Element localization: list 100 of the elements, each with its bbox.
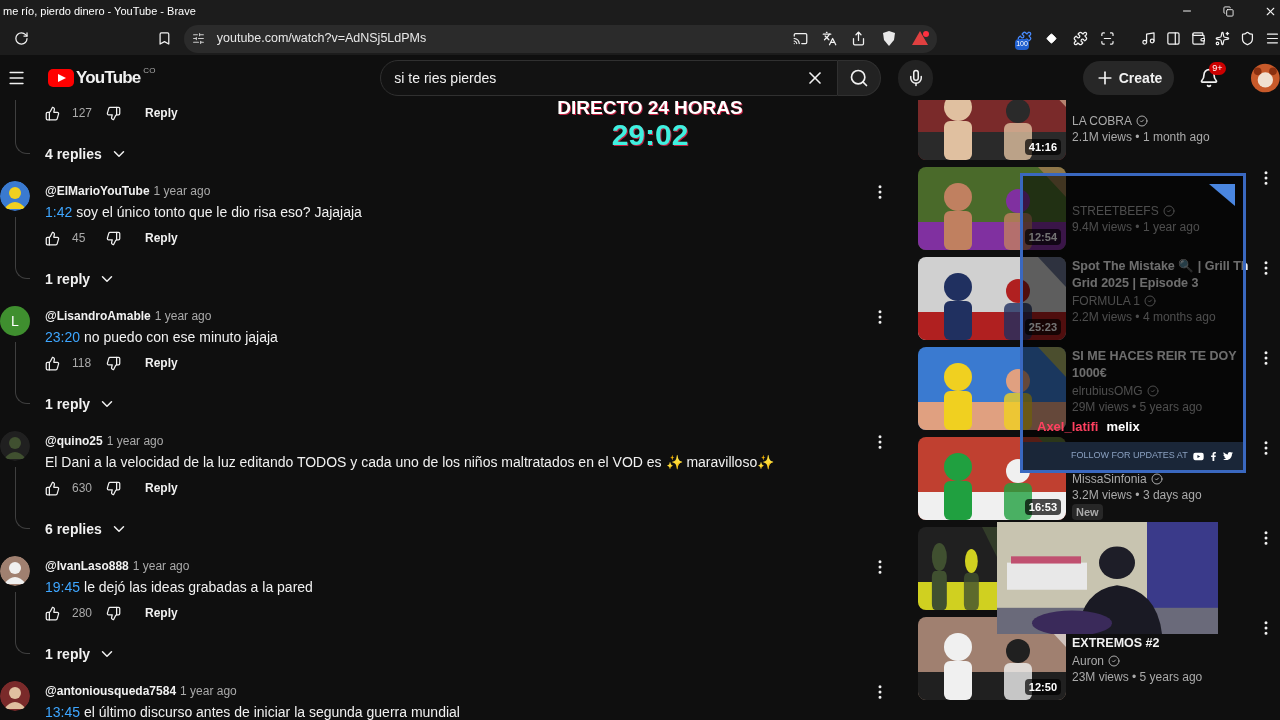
video-meta: 29M views • 5 years ago (1072, 399, 1204, 416)
video-meta: 2.1M views • 1 month ago (1072, 129, 1211, 146)
like-icon[interactable] (45, 605, 60, 621)
comment-author[interactable]: @quino25 (45, 433, 103, 449)
reply-button[interactable]: Reply (133, 226, 190, 250)
video-title[interactable]: EXTREMOS #2 (1072, 635, 1160, 652)
shield-icon[interactable] (882, 31, 897, 46)
like-count: 45 (72, 230, 87, 246)
chat-username: Axel_latifi (1037, 417, 1099, 436)
comment-time[interactable]: 1 year ago (154, 308, 212, 324)
thread-line (15, 217, 30, 279)
play-icon (48, 68, 75, 87)
comment-author[interactable]: @ElMarioYouTube (45, 183, 150, 199)
like-count: 280 (72, 605, 92, 621)
video-title[interactable]: Grid 2025 | Episode 3 (1072, 275, 1199, 292)
channel-name[interactable]: Auron (1072, 652, 1105, 669)
comment-time[interactable]: 1 year ago (106, 433, 164, 449)
comment-author[interactable]: @IvanLaso888 (45, 558, 129, 574)
replies-toggle[interactable]: 1 reply (45, 269, 117, 289)
timestamp-link[interactable]: 19:45 (45, 579, 81, 595)
channel-name[interactable]: MissaSinfonia (1072, 470, 1147, 487)
video-meta: 2.2M views • 4 months ago (1072, 309, 1217, 326)
new-badge: New (1072, 503, 1103, 520)
comment-author[interactable]: @antoniousqueda7584 (45, 683, 177, 699)
like-icon[interactable] (45, 230, 60, 246)
screenshot-icon[interactable] (1099, 31, 1115, 46)
thread-line (15, 342, 30, 404)
logo-text: YouTube (76, 66, 141, 89)
dislike-icon[interactable] (106, 230, 121, 246)
like-icon[interactable] (45, 105, 60, 121)
video-title[interactable]: 1000€ (1072, 365, 1107, 382)
replies-toggle[interactable]: 1 reply (45, 644, 117, 664)
search-box[interactable]: si te ries pierdes (380, 59, 839, 96)
youtube-icon (1193, 450, 1204, 462)
dislike-icon[interactable] (106, 105, 121, 121)
menu-icon[interactable] (1265, 31, 1280, 46)
bookmark-icon[interactable] (156, 31, 172, 46)
reply-button[interactable]: Reply (133, 101, 190, 125)
replies-toggle[interactable]: 1 reply (45, 394, 117, 414)
search-icon (849, 67, 870, 88)
dislike-icon[interactable] (106, 605, 121, 621)
chat-message: melix (1106, 417, 1140, 436)
extensions-icon[interactable] (1073, 31, 1088, 46)
dislike-icon[interactable] (106, 355, 121, 371)
search-field[interactable]: si te ries pierdes (394, 67, 806, 88)
replies-toggle[interactable]: 4 replies (45, 144, 128, 164)
like-count: 630 (72, 480, 92, 496)
comment-text: 13:45 el último discurso antes de iniciar la segunda guerra mundial (45, 703, 461, 720)
comment-text: 1:42 soy el único tonto que le dio risa eso? Jajajaja (45, 203, 363, 222)
music-icon[interactable] (1140, 31, 1156, 46)
url-text: youtube.com/watch?v=AdNSj5LdPMs (216, 30, 428, 48)
video-meta: 3.2M views • 3 days ago (1072, 487, 1203, 504)
like-icon[interactable] (45, 355, 60, 371)
site-settings-icon[interactable] (191, 32, 205, 45)
comment-text: 23:20 no puedo con ese minuto jajaja (45, 328, 279, 347)
like-icon[interactable] (45, 480, 60, 496)
timestamp-link[interactable]: 23:20 (45, 329, 81, 345)
reply-button[interactable]: Reply (133, 476, 190, 500)
thread-line (15, 467, 30, 529)
avatar[interactable]: L (0, 306, 30, 336)
restore-icon[interactable] (1223, 5, 1234, 17)
timestamp-link[interactable]: 1:42 (45, 204, 73, 220)
follow-text: FOLLOW FOR UPDATES AT (1071, 449, 1189, 463)
timestamp-link[interactable]: 13:45 (45, 704, 81, 720)
shield-icon[interactable] (1240, 31, 1256, 46)
comment-time[interactable]: 1 year ago (180, 683, 237, 699)
sparkle-icon[interactable] (1215, 31, 1231, 46)
twitter-icon (1223, 451, 1233, 461)
translate-icon[interactable] (822, 31, 838, 46)
cast-icon[interactable] (793, 31, 809, 46)
verified-icon (1146, 384, 1159, 397)
thread-line (15, 100, 30, 154)
wallet-icon[interactable] (1190, 31, 1206, 46)
verified-icon (1162, 204, 1175, 217)
share-icon[interactable] (851, 31, 867, 46)
video-title[interactable]: SI ME HACES REIR TE DOY (1072, 348, 1237, 365)
dislike-icon[interactable] (106, 480, 121, 496)
stream-timer: 29:02 (611, 119, 689, 151)
create-button[interactable]: Create (1082, 60, 1175, 95)
diamond-icon[interactable] (1046, 33, 1058, 44)
like-count: 118 (72, 355, 92, 371)
search-button[interactable] (838, 59, 882, 96)
replies-toggle[interactable]: 6 replies (45, 519, 128, 539)
video-meta: 23M views • 5 years ago (1072, 669, 1204, 686)
triangle-icon[interactable] (912, 31, 930, 46)
notification-badge: 9+ (1209, 61, 1226, 75)
comment-time[interactable]: 1 year ago (132, 558, 190, 574)
channel-name[interactable]: LA COBRA (1072, 112, 1133, 129)
notifications-icon[interactable] (1199, 67, 1220, 88)
address-bar[interactable]: youtube.com/watch?v=AdNSj5LdPMs (183, 24, 938, 53)
sidebar-icon[interactable] (1165, 31, 1181, 46)
comment-time[interactable]: 1 year ago (153, 183, 211, 199)
reload-icon[interactable] (14, 31, 29, 46)
verified-icon (1108, 654, 1121, 667)
verified-icon (1144, 294, 1156, 307)
like-count: 127 (72, 105, 92, 121)
reply-button[interactable]: Reply (133, 351, 190, 375)
comment-author[interactable]: @LisandroAmable (45, 308, 151, 324)
reply-button[interactable]: Reply (133, 601, 190, 625)
voice-search-button[interactable] (898, 59, 933, 96)
